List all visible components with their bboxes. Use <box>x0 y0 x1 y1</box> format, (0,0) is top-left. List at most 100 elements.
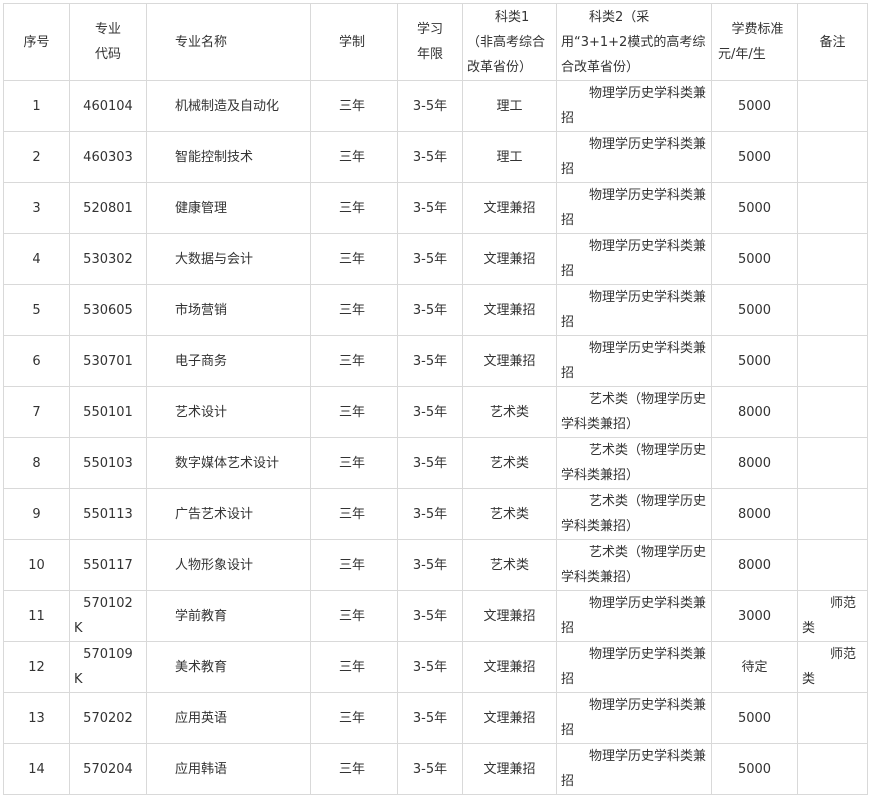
header-subject2: 科类2（采用“3+1+2模式的高考综合改革省份） <box>556 3 712 81</box>
cell-duration: 3-5年 <box>397 284 463 336</box>
cell-remark: 师范类 <box>797 641 868 693</box>
cell-code: 550113 <box>69 488 147 540</box>
cell-name: 电子商务 <box>146 335 311 387</box>
cell-duration: 3-5年 <box>397 743 463 795</box>
cell-subject2: 物理学历史学科类兼招 <box>556 641 712 693</box>
cell-subject1: 文理兼招 <box>462 335 557 387</box>
cell-subject2: 物理学历史学科类兼招 <box>556 131 712 183</box>
cell-fee: 8000 <box>711 488 798 540</box>
cell-system: 三年 <box>310 233 398 285</box>
cell-code: 570102 K <box>69 590 147 642</box>
cell-code: 460303 <box>69 131 147 183</box>
cell-index: 5 <box>3 284 70 336</box>
header-fee: 学费标准 元/年/生 <box>711 3 798 81</box>
cell-subject2: 艺术类（物理学历史学科类兼招） <box>556 386 712 438</box>
cell-subject1: 文理兼招 <box>462 641 557 693</box>
cell-name: 美术教育 <box>146 641 311 693</box>
cell-code: 570204 <box>69 743 147 795</box>
cell-system: 三年 <box>310 386 398 438</box>
header-duration: 学习 年限 <box>397 3 463 81</box>
cell-name: 学前教育 <box>146 590 311 642</box>
cell-index: 14 <box>3 743 70 795</box>
cell-code: 550117 <box>69 539 147 591</box>
cell-index: 7 <box>3 386 70 438</box>
cell-fee: 8000 <box>711 386 798 438</box>
cell-duration: 3-5年 <box>397 692 463 744</box>
cell-remark <box>797 284 868 336</box>
cell-subject2: 物理学历史学科类兼招 <box>556 284 712 336</box>
cell-subject1: 艺术类 <box>462 386 557 438</box>
cell-system: 三年 <box>310 743 398 795</box>
cell-name: 健康管理 <box>146 182 311 234</box>
cell-subject2: 艺术类（物理学历史学科类兼招） <box>556 488 712 540</box>
major-code: 550117 <box>83 557 133 573</box>
cell-duration: 3-5年 <box>397 437 463 489</box>
cell-fee: 5000 <box>711 131 798 183</box>
cell-remark <box>797 437 868 489</box>
cell-fee: 5000 <box>711 233 798 285</box>
cell-duration: 3-5年 <box>397 386 463 438</box>
major-code: 530605 <box>83 302 133 318</box>
cell-fee: 5000 <box>711 80 798 132</box>
cell-subject1: 文理兼招 <box>462 743 557 795</box>
cell-subject2: 物理学历史学科类兼招 <box>556 335 712 387</box>
cell-code: 530302 <box>69 233 147 285</box>
cell-fee: 8000 <box>711 437 798 489</box>
cell-system: 三年 <box>310 692 398 744</box>
table-row: 8 550103 数字媒体艺术设计 三年 3-5年 艺术类 艺术类（物理学历史学科类兼招） 8… <box>3 437 868 489</box>
cell-remark: 师范类 <box>797 590 868 642</box>
header-name: 专业名称 <box>146 3 311 81</box>
cell-fee: 8000 <box>711 539 798 591</box>
cell-subject1: 文理兼招 <box>462 284 557 336</box>
cell-code: 530701 <box>69 335 147 387</box>
cell-system: 三年 <box>310 284 398 336</box>
cell-remark <box>797 233 868 285</box>
cell-system: 三年 <box>310 335 398 387</box>
major-code: 570204 <box>83 761 133 777</box>
header-subject1: 科类1（非高考综合改革省份） <box>462 3 557 81</box>
cell-remark <box>797 488 868 540</box>
cell-name: 广告艺术设计 <box>146 488 311 540</box>
header-code: 专业 代码 <box>69 3 147 81</box>
cell-subject2: 物理学历史学科类兼招 <box>556 182 712 234</box>
table-row: 9 550113 广告艺术设计 三年 3-5年 艺术类 艺术类（物理学历史学科类兼招） 800… <box>3 488 868 540</box>
cell-index: 12 <box>3 641 70 693</box>
cell-subject1: 文理兼招 <box>462 590 557 642</box>
cell-subject2: 艺术类（物理学历史学科类兼招） <box>556 437 712 489</box>
cell-code: 550101 <box>69 386 147 438</box>
cell-system: 三年 <box>310 182 398 234</box>
header-index: 序号 <box>3 3 70 81</box>
table-row: 6 530701 电子商务 三年 3-5年 文理兼招 物理学历史学科类兼招 5000 <box>3 335 868 387</box>
cell-subject1: 艺术类 <box>462 539 557 591</box>
major-code: 550101 <box>83 404 133 420</box>
cell-name: 智能控制技术 <box>146 131 311 183</box>
header-remark: 备注 <box>797 3 868 81</box>
table-row: 4 530302 大数据与会计 三年 3-5年 文理兼招 物理学历史学科类兼招 5000 <box>3 233 868 285</box>
cell-index: 13 <box>3 692 70 744</box>
cell-duration: 3-5年 <box>397 131 463 183</box>
cell-index: 3 <box>3 182 70 234</box>
cell-subject1: 理工 <box>462 131 557 183</box>
cell-subject2: 艺术类（物理学历史学科类兼招） <box>556 539 712 591</box>
major-code-suffix: K <box>74 621 83 636</box>
cell-fee: 5000 <box>711 335 798 387</box>
cell-index: 10 <box>3 539 70 591</box>
major-code: 550113 <box>83 506 133 522</box>
cell-subject1: 文理兼招 <box>462 692 557 744</box>
cell-name: 机械制造及自动化 <box>146 80 311 132</box>
cell-fee: 5000 <box>711 284 798 336</box>
cell-name: 市场营销 <box>146 284 311 336</box>
cell-index: 2 <box>3 131 70 183</box>
cell-index: 6 <box>3 335 70 387</box>
cell-duration: 3-5年 <box>397 233 463 285</box>
major-code: 530302 <box>83 251 133 267</box>
cell-system: 三年 <box>310 590 398 642</box>
cell-index: 11 <box>3 590 70 642</box>
table-header-row: 序号 专业 代码 专业名称 学制 学习 年限 科类1（非高考综合改革省份） 科类2（… <box>3 3 868 81</box>
header-system: 学制 <box>310 3 398 81</box>
cell-subject1: 文理兼招 <box>462 233 557 285</box>
table-row: 11 570102 K 学前教育 三年 3-5年 文理兼招 物理学历史学科类兼招 3000 师范类 <box>3 590 868 642</box>
cell-duration: 3-5年 <box>397 590 463 642</box>
major-code: 570202 <box>83 710 133 726</box>
cell-code: 570202 <box>69 692 147 744</box>
